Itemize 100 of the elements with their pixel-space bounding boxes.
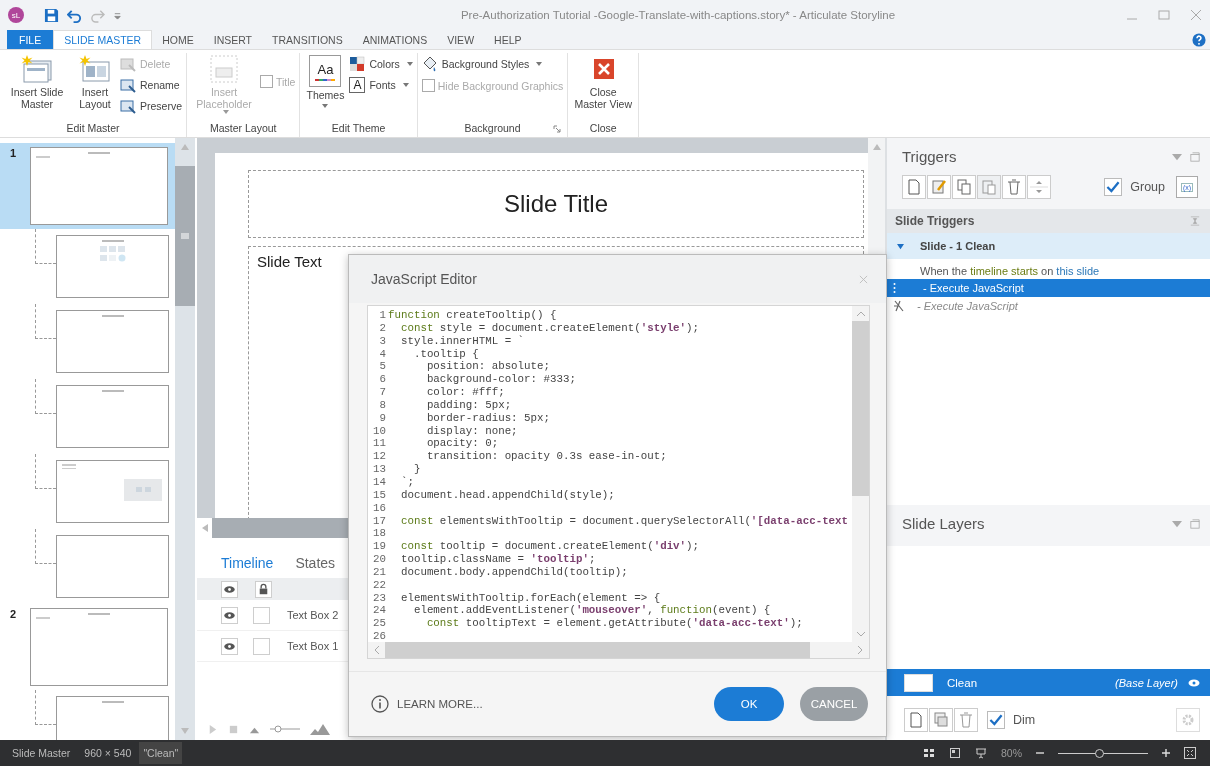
background-styles-button[interactable]: Background Styles xyxy=(421,55,564,73)
close-icon[interactable] xyxy=(859,274,868,284)
panel-tab[interactable]: States xyxy=(295,555,336,571)
close-master-view-button[interactable]: Close Master View xyxy=(572,53,635,112)
trigger-action[interactable]: - Execute JavaScript xyxy=(887,279,1210,297)
grid-view-icon[interactable] xyxy=(923,747,935,759)
ribbon-tab[interactable]: VIEW xyxy=(437,30,485,49)
fonts-button[interactable]: A Fonts xyxy=(349,76,413,94)
ribbon-tab[interactable]: SLIDE MASTER xyxy=(53,30,153,49)
slider-thumb[interactable] xyxy=(1094,748,1104,758)
scrollbar[interactable] xyxy=(175,138,195,740)
copy-icon[interactable] xyxy=(952,175,976,199)
new-layer-icon[interactable] xyxy=(904,708,928,732)
grip-icon[interactable] xyxy=(181,233,189,239)
help-icon[interactable] xyxy=(1192,32,1206,47)
ribbon-tab[interactable]: TRANSITIONS xyxy=(262,30,353,49)
panel-tab[interactable]: Timeline xyxy=(221,555,274,571)
ribbon-tab[interactable]: HOME xyxy=(152,30,204,49)
insert-layout-button[interactable]: Insert Layout xyxy=(73,53,117,112)
normal-view-icon[interactable] xyxy=(949,747,961,759)
line-number: 12 xyxy=(372,450,387,464)
play-icon[interactable] xyxy=(207,723,218,735)
dialog-launcher-icon[interactable] xyxy=(553,125,562,133)
close-icon[interactable] xyxy=(1190,9,1202,21)
object-name[interactable]: Text Box 2 xyxy=(287,609,339,621)
zoom-slider-icon[interactable] xyxy=(270,724,300,734)
ribbon-tab[interactable]: ANIMATIONS xyxy=(352,30,438,49)
ribbon-button[interactable]: Rename xyxy=(120,76,182,94)
ribbon-tab[interactable]: INSERT xyxy=(203,30,263,49)
delete-icon[interactable] xyxy=(1002,175,1026,199)
undock-icon[interactable] xyxy=(1190,518,1200,529)
mountains-icon[interactable] xyxy=(310,723,330,735)
master-number: 1 xyxy=(10,147,18,159)
maximize-icon[interactable] xyxy=(1158,9,1170,21)
slide-thumbnail-item[interactable]: 1 xyxy=(0,143,175,229)
title-line-drawing xyxy=(101,701,124,703)
eye-icon[interactable] xyxy=(221,637,238,655)
slide-thumbnail-item[interactable]: 2 xyxy=(0,604,175,690)
eye-icon[interactable] xyxy=(221,580,238,598)
zoom-in-icon[interactable] xyxy=(1162,749,1170,757)
group-checkbox[interactable]: Group xyxy=(1104,178,1165,196)
presentation-icon[interactable] xyxy=(975,747,987,759)
scroll-left-icon[interactable] xyxy=(201,524,208,532)
colors-button[interactable]: Colors xyxy=(349,55,413,73)
scrollbar[interactable] xyxy=(368,642,869,658)
check-icon[interactable] xyxy=(1105,179,1122,195)
lock-toggle-icon[interactable] xyxy=(253,606,270,624)
scroll-down-icon[interactable] xyxy=(181,728,189,734)
lock-toggle-icon[interactable] xyxy=(253,637,270,655)
caret-icon xyxy=(402,83,409,87)
scroll-right-icon[interactable] xyxy=(858,646,863,654)
line-number: 5 xyxy=(378,360,387,374)
drag-handle-icon[interactable] xyxy=(893,282,896,294)
expand-caret-icon[interactable] xyxy=(897,242,904,250)
scroll-down-icon[interactable] xyxy=(856,632,865,637)
ok-button[interactable]: OK xyxy=(714,687,784,721)
code-line: opacity: 0; xyxy=(425,437,499,451)
delete-icon[interactable] xyxy=(954,708,978,732)
dim-checkbox[interactable]: Dim xyxy=(987,711,1036,729)
settings-icon[interactable] xyxy=(1176,708,1200,732)
line-number: 20 xyxy=(372,553,387,566)
caret-icon[interactable] xyxy=(1172,151,1182,162)
eye-icon[interactable] xyxy=(1188,678,1200,687)
scrollbar[interactable] xyxy=(852,306,869,642)
paste-icon[interactable] xyxy=(977,175,1001,199)
duplicate-layer-icon[interactable] xyxy=(929,708,953,732)
caret-icon[interactable] xyxy=(1172,518,1182,529)
scroll-up-icon[interactable] xyxy=(872,144,881,150)
title-placeholder[interactable]: Slide Title xyxy=(248,170,864,238)
eye-icon[interactable] xyxy=(221,606,238,624)
fit-icon[interactable] xyxy=(1184,747,1196,759)
code-line: function createTooltip() { xyxy=(388,309,557,322)
edit-icon[interactable] xyxy=(927,175,951,199)
insert-slide-master-button[interactable]: Insert Slide Master xyxy=(4,53,70,112)
info-icon[interactable] xyxy=(371,695,389,713)
themes-button[interactable]: Aa Themes xyxy=(304,53,347,110)
scroll-left-icon[interactable] xyxy=(374,646,379,654)
trigger-condition[interactable]: When the timeline starts on this slide xyxy=(920,265,1210,277)
new-trigger-icon[interactable] xyxy=(902,175,926,199)
layer-row[interactable]: Clean (Base Layer) xyxy=(887,669,1210,696)
stop-icon[interactable] xyxy=(228,723,239,735)
lock-icon[interactable] xyxy=(255,580,272,598)
check-icon[interactable] xyxy=(988,712,1004,728)
ribbon-tab[interactable]: FILE xyxy=(7,30,54,49)
ribbon-tab[interactable]: HELP xyxy=(484,30,532,49)
line-number: 3 xyxy=(378,334,387,348)
slide-title: Slide Title xyxy=(503,190,609,218)
zoom-out-icon[interactable] xyxy=(1036,749,1044,757)
move-up-down-icon[interactable] xyxy=(1027,175,1051,199)
code-editor[interactable] xyxy=(367,305,870,659)
collapse-all-icon[interactable] xyxy=(1190,216,1200,226)
object-name[interactable]: Text Box 1 xyxy=(287,640,339,652)
undock-icon[interactable] xyxy=(1190,151,1200,162)
save-icon[interactable] xyxy=(44,7,59,23)
learn-more-link[interactable]: LEARN MORE... xyxy=(397,698,483,710)
trigger-group-row[interactable]: Slide - 1 Clean xyxy=(887,233,1210,259)
scroll-up-icon[interactable] xyxy=(181,144,189,150)
customize-icon[interactable] xyxy=(113,10,122,20)
ribbon-button[interactable]: Preserve xyxy=(120,97,182,115)
scroll-up-icon[interactable] xyxy=(856,311,865,316)
